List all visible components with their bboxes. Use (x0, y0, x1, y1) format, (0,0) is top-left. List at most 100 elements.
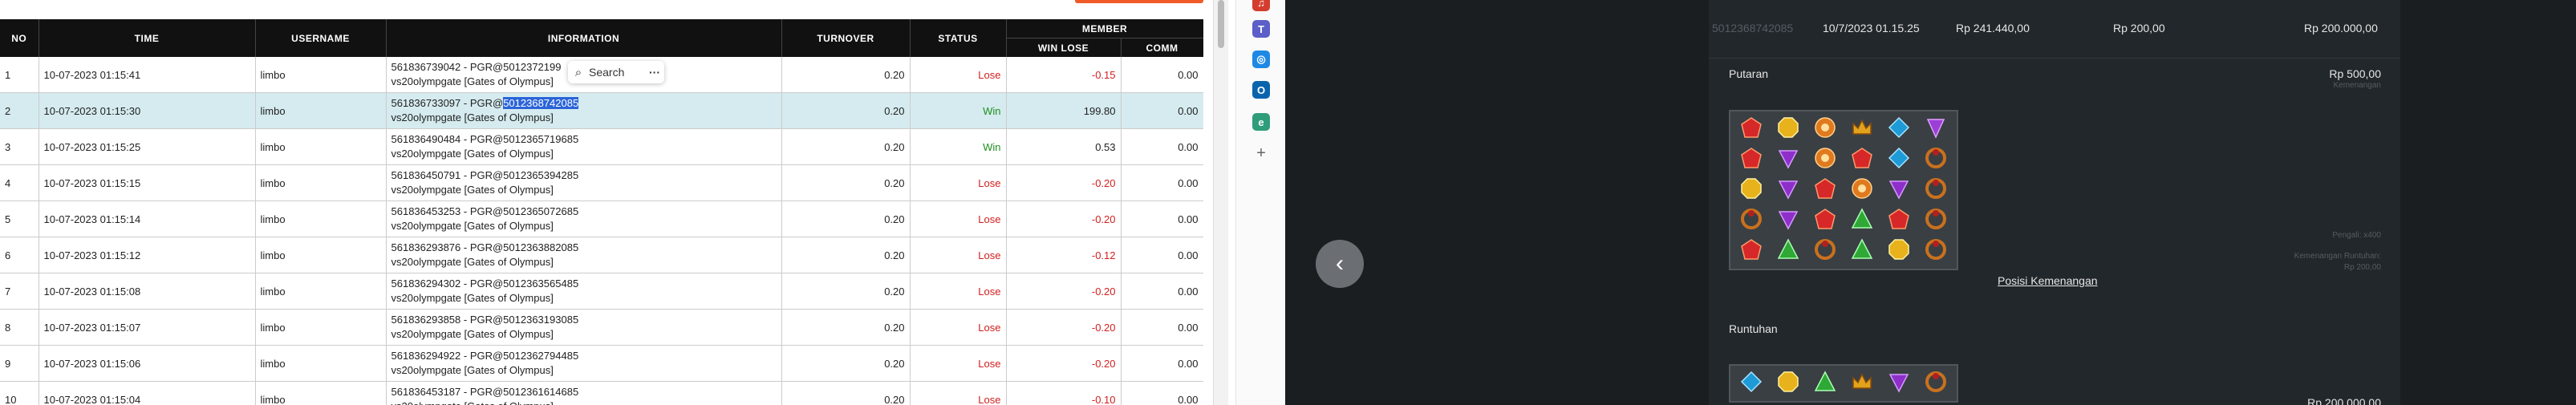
copilot-icon[interactable]: ◎ (1252, 51, 1270, 68)
info-line-2: vs20olympgate [Gates of Olympus] (391, 364, 554, 376)
red-gem-icon (1814, 177, 1836, 204)
red-gem-icon (1888, 208, 1910, 234)
info-line-2: vs20olympgate [Gates of Olympus] (391, 256, 554, 268)
cell-status: Lose (910, 200, 1007, 237)
cell-no: 4 (0, 164, 39, 201)
table-row[interactable]: 4 10-07-2023 01:15:15 limbo 561836450791 - … (0, 164, 1203, 201)
reel-cell (1771, 369, 1806, 398)
reel-cell (1881, 369, 1917, 398)
cell-information: 561836293876 - PGR@5012363882085 vs20olym… (386, 237, 782, 273)
reel-cell (1918, 369, 1953, 398)
orange-action-button[interactable] (1075, 0, 1203, 3)
cell-comm: 0.00 (1121, 164, 1203, 201)
reel-cell (1807, 176, 1843, 205)
cell-status: Lose (910, 273, 1007, 310)
info-line-1: 561836293876 - PGR@5012363882085 (391, 241, 579, 253)
cell-no: 9 (0, 345, 39, 382)
table-row[interactable]: 9 10-07-2023 01:15:06 limbo 561836294922 - … (0, 345, 1203, 382)
cell-winlose: -0.20 (1006, 309, 1122, 346)
cell-turnover: 0.20 (781, 57, 911, 93)
cell-comm: 0.00 (1121, 128, 1203, 165)
teams-icon[interactable]: T (1252, 20, 1270, 38)
table-row[interactable]: 3 10-07-2023 01:15:25 limbo 561836490484 - … (0, 128, 1203, 165)
table-row[interactable]: 5 10-07-2023 01:15:14 limbo 561836453253 - … (0, 200, 1203, 237)
cell-username: limbo (255, 381, 387, 405)
search-icon[interactable]: ⌕ (568, 66, 589, 79)
chevron-left-icon: ‹ (1336, 250, 1344, 277)
ring-gem-icon (1740, 208, 1763, 234)
tumble-title: Runtuhan (1729, 322, 1778, 335)
round-id[interactable]: 5012368742085 (1712, 22, 1793, 34)
cell-comm: 0.00 (1121, 237, 1203, 273)
col-no[interactable]: NO (0, 19, 39, 57)
selected-text[interactable]: 5012368742085 (503, 97, 579, 109)
table-row[interactable]: 8 10-07-2023 01:15:07 limbo 561836293858 - … (0, 309, 1203, 346)
hourglass-gem-icon (1925, 116, 1947, 143)
yellow-gem-icon (1888, 238, 1910, 265)
win-position-link[interactable]: Posisi Kemenangan (1998, 274, 2098, 287)
add-icon[interactable]: + (1252, 144, 1270, 162)
selection-context-menu[interactable]: ⌕ Search ··· (568, 61, 664, 83)
cell-username: limbo (255, 128, 387, 165)
col-turnover[interactable]: TURNOVER (781, 19, 911, 57)
reel-cell (1734, 115, 1769, 144)
blue-gem-icon (1740, 371, 1763, 397)
table-row[interactable]: 7 10-07-2023 01:15:08 limbo 561836294302 - … (0, 273, 1203, 310)
cell-no: 6 (0, 237, 39, 273)
green-gem-icon (1777, 237, 1799, 265)
cell-no: 1 (0, 57, 39, 93)
reel-cell (1807, 206, 1843, 235)
tumble-win-value: Rp 200,00 (2343, 263, 2381, 272)
blue-gem-icon (1888, 116, 1910, 143)
cell-username: limbo (255, 57, 387, 93)
table-row[interactable]: 2 10-07-2023 01:15:30 limbo 561836733097 - … (0, 92, 1203, 129)
edge-icon[interactable]: e (1252, 113, 1270, 131)
reel-cell (1881, 206, 1917, 235)
col-information[interactable]: INFORMATION (386, 19, 782, 57)
cell-time: 10-07-2023 01:15:12 (39, 237, 256, 273)
col-status[interactable]: STATUS (910, 19, 1007, 57)
reel-cell (1844, 115, 1880, 144)
info-line-2: vs20olympgate [Gates of Olympus] (391, 328, 554, 340)
scrollbar-thumb[interactable] (1218, 0, 1224, 48)
more-options-icon[interactable]: ··· (645, 66, 664, 79)
red-gem-icon (1814, 208, 1836, 234)
col-time[interactable]: TIME (39, 19, 256, 57)
info-line-1: 561836733097 - PGR@5012368742085 (391, 96, 777, 111)
col-username[interactable]: USERNAME (255, 19, 387, 57)
cell-turnover: 0.20 (781, 92, 911, 129)
orange-gem-icon (1851, 177, 1873, 204)
purple-gem-icon (1777, 208, 1799, 234)
reel-cell (1881, 145, 1917, 174)
reel-cell (1734, 369, 1769, 398)
purple-gem-icon (1777, 177, 1799, 204)
music-note-icon[interactable]: ♫ (1252, 0, 1270, 11)
info-line-2: vs20olympgate [Gates of Olympus] (391, 111, 554, 124)
cell-no: 2 (0, 92, 39, 129)
info-line-1: 561836293858 - PGR@5012363193085 (391, 314, 579, 326)
search-label[interactable]: Search (589, 66, 645, 79)
info-line-1: 561836453187 - PGR@5012361614685 (391, 386, 579, 398)
info-line-2: vs20olympgate [Gates of Olympus] (391, 292, 554, 304)
vertical-scrollbar[interactable] (1213, 0, 1228, 405)
cell-comm: 0.00 (1121, 309, 1203, 346)
outlook-icon[interactable]: O (1252, 81, 1270, 99)
reel-cell (1771, 206, 1806, 235)
cell-comm: 0.00 (1121, 57, 1203, 93)
round-datetime: 10/7/2023 01.15.25 (1823, 22, 1920, 34)
cell-status: Win (910, 128, 1007, 165)
info-line-1: 561836450791 - PGR@5012365394285 (391, 169, 579, 181)
cell-username: limbo (255, 164, 387, 201)
col-comm[interactable]: COMM (1121, 38, 1203, 57)
info-line-2: vs20olympgate [Gates of Olympus] (391, 220, 554, 232)
table-row[interactable]: 10 10-07-2023 01:15:04 limbo 561836453187 -… (0, 381, 1203, 405)
previous-button[interactable]: ‹ (1316, 240, 1364, 288)
col-winlose[interactable]: WIN LOSE (1006, 38, 1122, 57)
reel-cell (1734, 206, 1769, 235)
cell-winlose: 199.80 (1006, 92, 1122, 129)
cell-username: limbo (255, 345, 387, 382)
cell-information: 561836453253 - PGR@5012365072685 vs20olym… (386, 200, 782, 237)
table-row[interactable]: 6 10-07-2023 01:15:12 limbo 561836293876 - … (0, 237, 1203, 273)
green-gem-icon (1851, 237, 1873, 265)
info-line-1: 561836490484 - PGR@5012365719685 (391, 133, 579, 145)
